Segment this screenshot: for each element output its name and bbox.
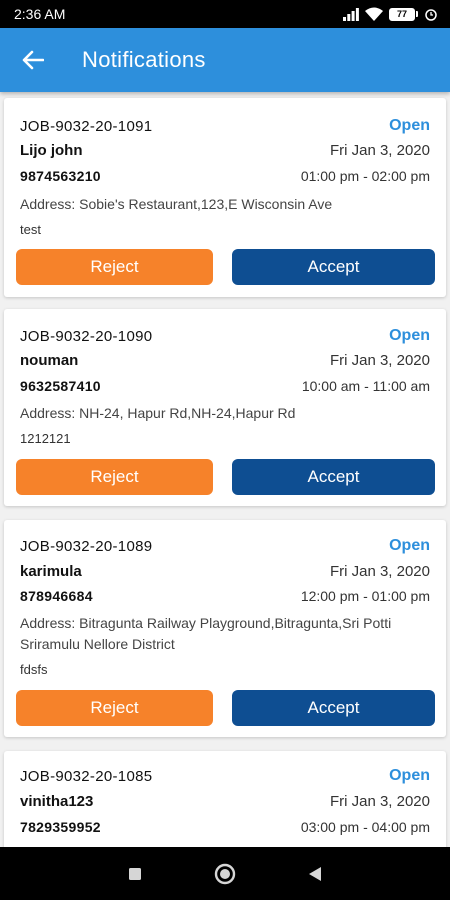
job-id: JOB-9032-20-1091 [20, 117, 153, 135]
circle-icon [214, 863, 236, 884]
customer-phone: 7829359952 [20, 819, 101, 835]
customer-name: karimula [20, 563, 82, 580]
system-nav-bar [0, 847, 450, 900]
job-note: 1212121 [20, 431, 71, 446]
triangle-back-icon [309, 866, 321, 881]
job-id: JOB-9032-20-1090 [20, 327, 153, 345]
customer-phone: 9874563210 [20, 168, 101, 184]
customer-name: Lijo john [20, 142, 83, 159]
notification-card: JOB-9032-20-1089 Open karimula Fri Jan 3, … [4, 520, 446, 737]
job-note: fdsfs [20, 662, 48, 677]
status-bar: 2:36 AM 77 [0, 0, 450, 28]
customer-phone: 878946684 [20, 588, 93, 604]
job-date: Fri Jan 3, 2020 [329, 793, 430, 810]
customer-phone: 9632587410 [20, 378, 101, 394]
status-time: 2:36 AM [14, 6, 66, 22]
time-slot: 12:00 pm - 01:00 pm [300, 588, 430, 604]
job-date: Fri Jan 3, 2020 [329, 563, 430, 580]
job-id: JOB-9032-20-1089 [20, 537, 153, 555]
notification-card: JOB-9032-20-1090 Open nouman Fri Jan 3, 20… [4, 309, 446, 506]
status-badge: Open [389, 537, 430, 554]
signal-icon [343, 7, 359, 21]
time-slot: 10:00 am - 11:00 am [301, 378, 430, 394]
notification-card: JOB-9032-20-1091 Open Lijo john Fri Jan 3,… [4, 98, 446, 297]
accept-button[interactable]: Accept [232, 690, 435, 726]
customer-name: nouman [20, 352, 79, 369]
accept-button[interactable]: Accept [232, 249, 435, 285]
reject-button[interactable]: Reject [16, 690, 213, 726]
alarm-icon [425, 9, 437, 21]
reject-button[interactable]: Reject [16, 249, 213, 285]
accept-button[interactable]: Accept [232, 459, 435, 495]
app-bar: Notifications [0, 28, 450, 92]
page-title: Notifications [82, 47, 206, 72]
reject-button[interactable]: Reject [16, 459, 213, 495]
job-date: Fri Jan 3, 2020 [329, 142, 430, 159]
wifi-icon [365, 7, 383, 21]
job-note: test [20, 222, 41, 237]
time-slot: 03:00 pm - 04:00 pm [300, 819, 430, 835]
notification-card: JOB-9032-20-1085 Open vinitha123 Fri Jan 3… [4, 751, 446, 847]
customer-name: vinitha123 [20, 793, 94, 810]
back-button[interactable] [0, 28, 66, 92]
job-address: Address: Sobie's Restaurant,123,E Wiscon… [20, 196, 333, 212]
recents-button[interactable] [90, 847, 180, 900]
status-badge: Open [389, 117, 430, 134]
battery-icon: 77 [389, 7, 418, 21]
home-button[interactable] [180, 847, 270, 900]
notification-list[interactable]: JOB-9032-20-1091 Open Lijo john Fri Jan 3,… [0, 92, 450, 847]
status-badge: Open [389, 327, 430, 344]
arrow-left-icon [22, 50, 44, 70]
job-address: Address: Bitragunta Railway Playground,B… [20, 615, 392, 652]
status-badge: Open [389, 767, 430, 784]
status-icons: 77 [343, 7, 438, 21]
job-address: Address: NH-24, Hapur Rd,NH-24,Hapur Rd [20, 405, 296, 421]
nav-back-button[interactable] [270, 847, 360, 900]
square-icon [129, 867, 141, 880]
time-slot: 01:00 pm - 02:00 pm [300, 168, 430, 184]
job-date: Fri Jan 3, 2020 [329, 352, 430, 369]
job-id: JOB-9032-20-1085 [20, 767, 153, 785]
battery-level: 77 [389, 7, 415, 21]
